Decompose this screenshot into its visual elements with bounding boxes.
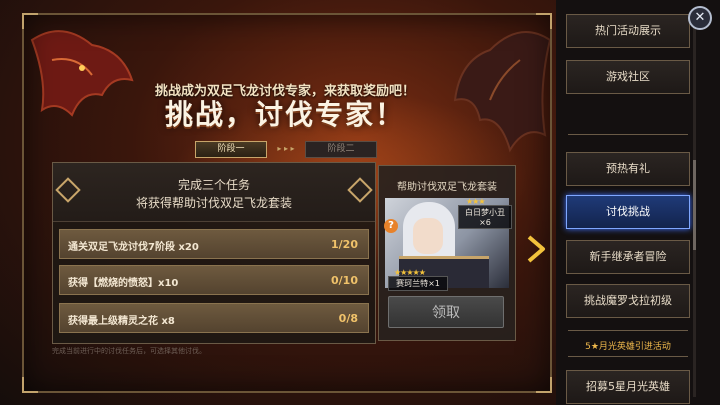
reward-item-name: 白日梦小丑 [465,208,505,217]
reward-item-qty: ×6 [479,218,491,227]
task-row[interactable]: 获得最上级精灵之花 x8 0/8 [59,303,369,333]
task-label: 获得最上级精灵之花 x8 [68,316,175,327]
task-header: 完成三个任务 将获得帮助讨伐双足飞龙套装 [53,163,375,222]
sidebar-item-subjugation[interactable]: 讨伐挑战 [566,195,690,229]
tab-stage-1[interactable]: 阶段一 [195,141,267,158]
task-header-line1: 完成三个任务 [177,178,250,192]
stage-tabs: 阶段一 ▸ ▸ ▸ 阶段二 [195,141,377,158]
sidebar-highlight[interactable]: 5★月光英雄引进活动 [566,339,690,352]
chevron-right-icon[interactable] [524,234,548,264]
task-row[interactable]: 获得【燃烧的愤怒】x10 0/10 [59,265,369,295]
task-panel: 完成三个任务 将获得帮助讨伐双足飞龙套装 通关双足飞龙讨伐7阶段 x20 1/2… [52,162,376,344]
sidebar-scroll-thumb[interactable] [693,160,696,250]
reward-item-tag[interactable]: 白日梦小丑 ×6 [458,205,512,229]
stage-arrows: ▸ ▸ ▸ [277,144,295,153]
sidebar-divider [568,330,688,331]
sidebar-item-preheat[interactable]: 预热有礼 [566,152,690,186]
sidebar-item-community[interactable]: 游戏社区 [566,60,690,94]
sidebar-item-challenge[interactable]: 挑战魔罗戈拉初级 [566,284,690,318]
task-label: 获得【燃烧的愤怒】x10 [68,278,179,289]
tab-stage-2[interactable]: 阶段二 [305,141,377,158]
task-row[interactable]: 通关双足飞龙讨伐7阶段 x20 1/20 [59,229,369,259]
task-header-line2: 将获得帮助讨伐双足飞龙套装 [135,196,292,210]
task-progress: 0/10 [331,274,358,287]
question-icon[interactable]: ? [384,219,398,233]
hero-name-tag: 赛珂兰特×1 [388,276,448,291]
sidebar-divider [568,134,688,135]
task-label: 通关双足飞龙讨伐7阶段 x20 [68,242,199,253]
task-progress: 1/20 [331,238,358,251]
sidebar-item-newbie[interactable]: 新手继承者冒险 [566,240,690,274]
sidebar-item-recruit[interactable]: 招募5星月光英雄 [566,370,690,404]
task-progress: 0/8 [338,312,358,325]
reward-title: 帮助讨伐双足飞龙套装 [397,182,497,193]
close-icon[interactable]: ✕ [688,6,712,30]
task-footnote: 完成当前进行中的讨伐任务后，可选择其他讨伐。 [52,347,206,355]
sidebar-item-hot-events[interactable]: 热门活动展示 [566,14,690,48]
sidebar-divider [568,356,688,357]
claim-button[interactable]: 领取 [388,296,504,328]
banner-title: 挑战，讨伐专家！ [164,98,405,131]
